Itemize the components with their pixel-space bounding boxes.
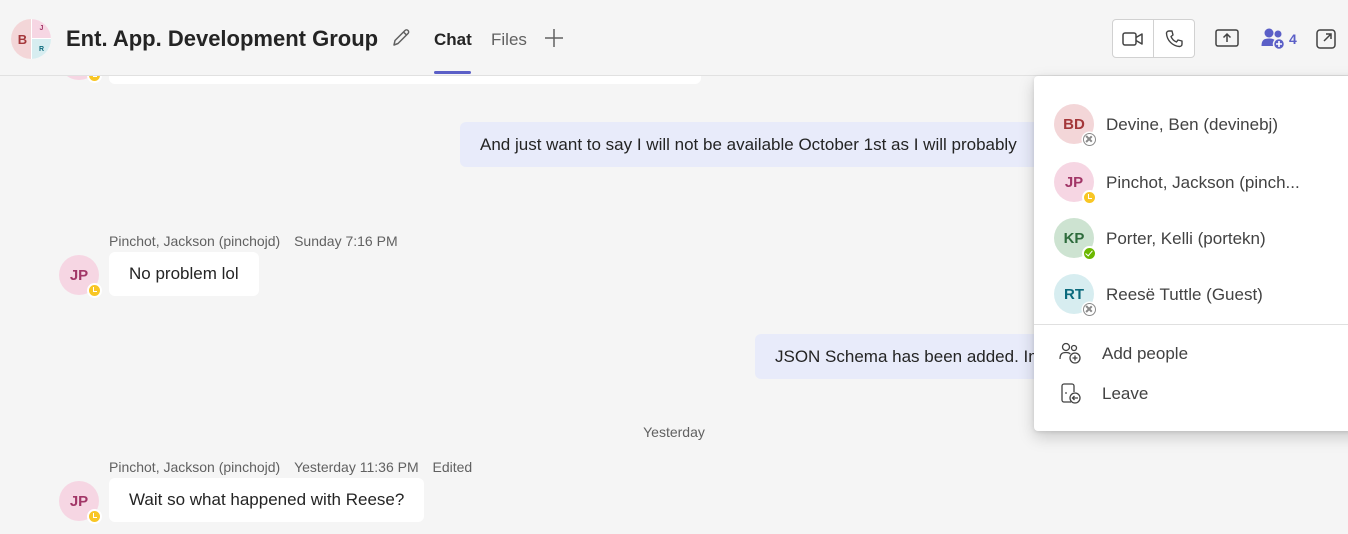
avatar: BD xyxy=(1054,104,1096,146)
edit-pencil-icon[interactable] xyxy=(390,27,412,49)
participant-item[interactable]: JP Pinchot, Jackson (pinch... xyxy=(1034,156,1348,208)
participant-name: Reesë Tuttle (Guest) xyxy=(1106,285,1263,304)
video-call-button[interactable] xyxy=(1113,20,1153,57)
message-timestamp: Sunday 7:16 PM xyxy=(294,233,398,249)
add-people-icon xyxy=(1059,342,1081,364)
audio-call-button[interactable] xyxy=(1153,20,1194,57)
message-bubble[interactable]: No problem lol xyxy=(109,252,259,296)
avatar: JP xyxy=(1054,162,1097,205)
avatar[interactable] xyxy=(59,76,102,83)
avatar-initials: JP xyxy=(69,266,89,284)
share-screen-icon[interactable] xyxy=(1214,27,1240,51)
participants-button[interactable]: 4 xyxy=(1260,26,1297,52)
own-message-bubble[interactable]: JSON Schema has been added. Im xyxy=(755,334,1080,379)
own-message-bubble[interactable]: And just want to say I will not be avail… xyxy=(460,122,1080,167)
participant-item[interactable]: RT Reesë Tuttle (Guest) xyxy=(1034,268,1348,320)
pop-out-icon[interactable] xyxy=(1314,27,1338,51)
message-meta: Pinchot, Jackson (pinchojd) Yesterday 11… xyxy=(109,459,472,475)
group-avatar-initial-r: R xyxy=(32,39,51,59)
leave-icon xyxy=(1061,383,1081,404)
video-camera-icon xyxy=(1122,31,1143,46)
chat-header: B J R Ent. App. Development Group Chat F… xyxy=(0,0,1348,76)
tab-files[interactable]: Files xyxy=(491,30,527,50)
leave-button[interactable]: Leave xyxy=(1034,375,1348,411)
message-timestamp: Yesterday 11:36 PM xyxy=(294,459,419,475)
away-status-icon xyxy=(1082,190,1097,205)
message-author: Pinchot, Jackson (pinchojd) xyxy=(109,233,281,249)
message-author: Pinchot, Jackson (pinchojd) xyxy=(109,459,281,475)
avatar: KP xyxy=(1054,218,1097,261)
group-avatar-initial-b: B xyxy=(11,19,31,59)
tab-chat[interactable]: Chat xyxy=(434,30,472,50)
away-status-icon xyxy=(87,509,102,524)
participant-item[interactable]: KP Porter, Kelli (portekn) xyxy=(1034,212,1348,264)
add-people-label: Add people xyxy=(1102,344,1189,363)
avatar-initials: JP xyxy=(1064,173,1084,191)
leave-label: Leave xyxy=(1102,384,1149,403)
avatar[interactable]: JP xyxy=(59,255,102,298)
call-button-group xyxy=(1112,19,1195,58)
add-people-button[interactable]: Add people xyxy=(1034,335,1348,371)
available-status-icon xyxy=(1082,246,1097,261)
message-meta: Pinchot, Jackson (pinchojd) Sunday 7:16 … xyxy=(109,233,398,249)
edited-label: Edited xyxy=(432,459,473,475)
participant-count: 4 xyxy=(1289,31,1297,47)
participants-panel: BD Devine, Ben (devinebj) JP Pinchot, Ja… xyxy=(1034,76,1348,431)
avatar-initials: JP xyxy=(69,492,89,510)
avatar: RT xyxy=(1054,274,1096,316)
active-tab-indicator xyxy=(434,71,471,74)
group-title: Ent. App. Development Group xyxy=(66,26,379,51)
people-icon xyxy=(1261,28,1286,51)
group-avatar[interactable]: B J R xyxy=(11,19,51,59)
avatar[interactable]: JP xyxy=(59,481,102,524)
avatar-initials: BD xyxy=(1063,115,1085,133)
phone-icon xyxy=(1165,29,1183,47)
avatar-initials: KP xyxy=(1063,229,1085,247)
offline-status-icon xyxy=(1083,133,1096,146)
offline-status-icon xyxy=(1083,303,1096,316)
participant-name: Porter, Kelli (portekn) xyxy=(1106,229,1266,248)
panel-divider xyxy=(1034,324,1348,325)
avatar-initials: RT xyxy=(1064,285,1084,303)
participant-name: Pinchot, Jackson (pinch... xyxy=(1106,173,1300,192)
add-tab-plus-icon[interactable] xyxy=(543,27,565,49)
group-avatar-initial-j: J xyxy=(32,19,51,38)
message-bubble-partial xyxy=(109,76,701,84)
away-status-icon xyxy=(87,76,102,83)
participant-name: Devine, Ben (devinebj) xyxy=(1106,115,1278,134)
participant-item[interactable]: BD Devine, Ben (devinebj) xyxy=(1034,98,1348,150)
away-status-icon xyxy=(87,283,102,298)
message-bubble[interactable]: Wait so what happened with Reese? xyxy=(109,478,425,522)
